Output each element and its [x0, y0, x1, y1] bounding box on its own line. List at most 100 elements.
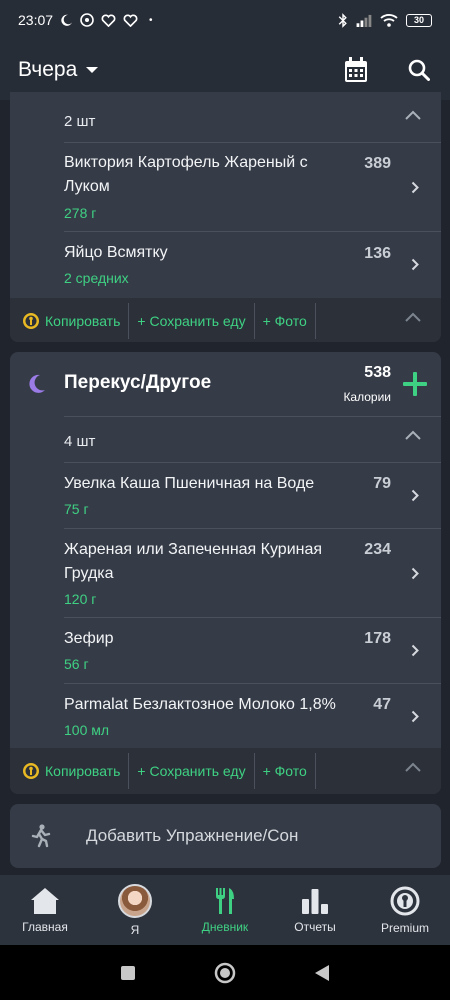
food-name: Жареная или Запеченная Куриная Грудка: [64, 541, 323, 582]
app-bar: Вчера: [0, 40, 450, 100]
bluetooth-icon: [338, 12, 347, 28]
food-calories: 389: [364, 155, 391, 172]
item-count: 2 шт: [64, 112, 96, 130]
nav-home[interactable]: Главная: [0, 875, 90, 945]
nav-diary[interactable]: Дневник: [180, 875, 270, 945]
meal-calories: 538: [364, 364, 391, 381]
moon-status-icon: [61, 14, 73, 26]
food-amount: 56 г: [64, 656, 89, 672]
premium-icon: [23, 313, 39, 329]
search-icon[interactable]: [408, 59, 430, 81]
meal-header: Перекус/Другое 538 Калории: [10, 352, 441, 416]
nav-diary-label: Дневник: [201, 919, 249, 934]
date-selector[interactable]: Вчера: [18, 58, 99, 82]
food-amount: 2 средних: [64, 270, 129, 286]
food-amount: 75 г: [64, 501, 89, 517]
copy-label: Копировать: [45, 313, 121, 329]
food-calories: 47: [373, 696, 391, 713]
recent-apps-icon[interactable]: [120, 965, 136, 981]
action-separator: [314, 753, 316, 789]
chevron-right-icon: [411, 258, 419, 271]
chevron-up-icon[interactable]: [405, 110, 421, 120]
item-count-row[interactable]: 4 шт: [10, 416, 441, 466]
meal-title: Перекус/Другое: [64, 372, 212, 393]
status-bar: 23:07 • 30: [0, 0, 450, 40]
premium-icon: [23, 763, 39, 779]
status-dot: •: [149, 14, 153, 26]
premium-icon: [390, 886, 420, 915]
food-item[interactable]: Parmalat Безлактозное Молоко 1,8% 100 мл…: [10, 684, 441, 748]
meal-action-bar: Копировать + Сохранить еду + Фото: [10, 298, 441, 342]
cutlery-icon: [216, 887, 234, 914]
back-icon[interactable]: [314, 964, 330, 982]
food-item[interactable]: Зефир 56 г 178: [10, 618, 441, 683]
status-time: 23:07: [18, 12, 54, 28]
nav-reports[interactable]: Отчеты: [270, 875, 360, 945]
food-name: Виктория Картофель Жареный с Луком: [64, 154, 308, 195]
heart-notification-icon: [101, 13, 116, 27]
chevron-up-icon[interactable]: [405, 430, 421, 440]
copy-label: Копировать: [45, 763, 121, 779]
save-food-label: + Сохранить еду: [137, 763, 246, 779]
food-item[interactable]: Увелка Каша Пшеничная на Воде 75 г 79: [10, 463, 441, 528]
add-food-icon[interactable]: [403, 372, 427, 396]
food-calories: 136: [364, 245, 391, 262]
add-exercise-button[interactable]: Добавить Упражнение/Сон: [10, 804, 441, 868]
bottom-nav: Главная Я Дневник Отчеты Premium: [0, 875, 450, 945]
app-notification-icon: [80, 13, 94, 27]
chevron-right-icon: [411, 644, 419, 657]
action-separator: [253, 753, 255, 789]
add-photo-button[interactable]: + Фото: [263, 753, 315, 789]
nav-premium[interactable]: Premium: [360, 875, 450, 945]
calendar-icon[interactable]: [344, 57, 368, 83]
action-separator: [128, 303, 130, 339]
meal-action-bar: Копировать + Сохранить еду + Фото: [10, 748, 441, 794]
nav-me[interactable]: Я: [90, 875, 180, 945]
copy-button[interactable]: Копировать: [22, 753, 128, 789]
nav-me-label: Я: [130, 922, 140, 937]
chevron-right-icon: [411, 181, 419, 194]
system-nav-bar: [0, 945, 450, 1000]
bar-chart-icon: [302, 888, 328, 914]
home-icon: [31, 887, 59, 914]
food-calories: 234: [364, 541, 391, 558]
food-calories: 79: [373, 475, 391, 492]
chevron-right-icon: [411, 567, 419, 580]
meal-card-snack: Перекус/Другое 538 Калории 4 шт Увелка К…: [10, 352, 441, 794]
add-photo-button[interactable]: + Фото: [263, 303, 315, 339]
moon-icon: [29, 374, 45, 393]
food-item[interactable]: Жареная или Запеченная Куриная Грудка 12…: [10, 529, 441, 617]
add-photo-label: + Фото: [262, 313, 307, 329]
home-button-icon[interactable]: [214, 962, 236, 984]
save-food-button[interactable]: + Сохранить еду: [137, 303, 253, 339]
food-name: Увелка Каша Пшеничная на Воде: [64, 475, 315, 492]
exercise-icon: [31, 824, 51, 848]
chevron-up-icon[interactable]: [405, 762, 421, 772]
chevron-up-icon[interactable]: [405, 312, 421, 322]
food-name: Яйцо Всмятку: [64, 244, 168, 261]
copy-button[interactable]: Копировать: [22, 303, 128, 339]
avatar: [118, 883, 152, 918]
food-amount: 100 мл: [64, 722, 110, 738]
food-name: Зефир: [64, 630, 114, 647]
action-separator: [128, 753, 130, 789]
food-name: Parmalat Безлактозное Молоко 1,8%: [64, 696, 336, 713]
meal-calories-label: Калории: [343, 390, 391, 404]
action-separator: [253, 303, 255, 339]
signal-icon: [356, 14, 372, 27]
date-title: Вчера: [18, 58, 78, 81]
food-item[interactable]: Виктория Картофель Жареный с Луком 278 г…: [10, 143, 441, 231]
item-count-row[interactable]: 2 шт: [10, 96, 441, 146]
food-calories: 178: [364, 630, 391, 647]
add-exercise-label: Добавить Упражнение/Сон: [86, 826, 299, 845]
item-count: 4 шт: [64, 432, 96, 450]
food-amount: 278 г: [64, 205, 97, 221]
wifi-icon: [380, 14, 398, 27]
save-food-button[interactable]: + Сохранить еду: [137, 753, 253, 789]
meal-card-previous: 2 шт Виктория Картофель Жареный с Луком …: [10, 92, 441, 342]
nav-reports-label: Отчеты: [294, 919, 336, 934]
heart-notification-icon-2: [123, 13, 138, 27]
food-item[interactable]: Яйцо Всмятку 2 средних 136: [10, 232, 441, 298]
nav-home-label: Главная: [22, 919, 68, 934]
action-separator: [314, 303, 316, 339]
